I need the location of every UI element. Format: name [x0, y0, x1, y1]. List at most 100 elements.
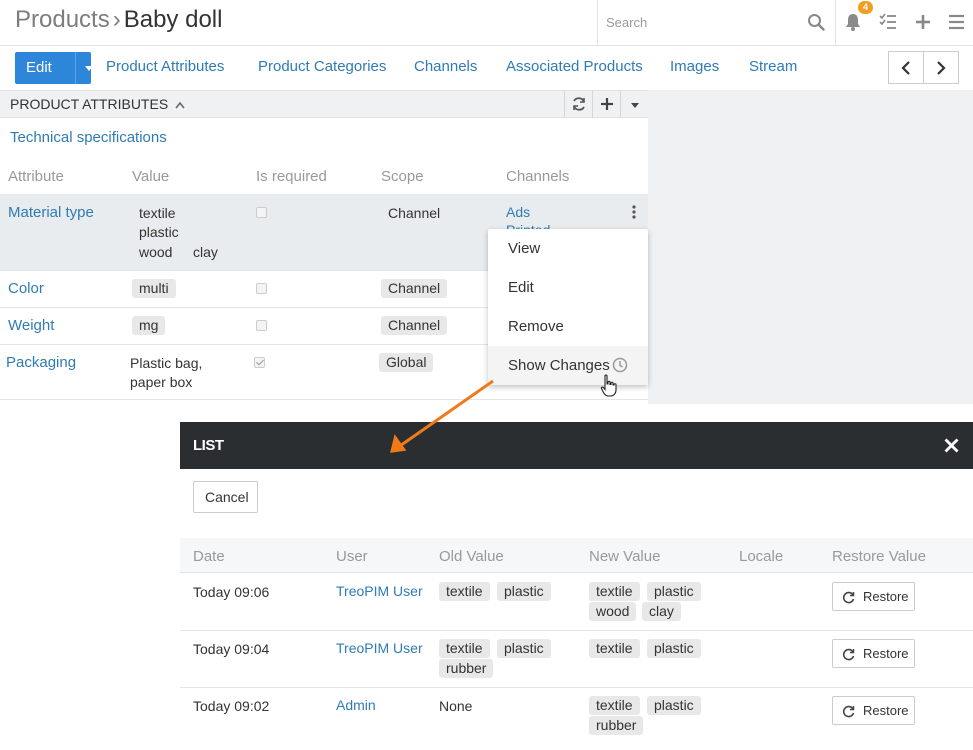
column-header-channels: Channels	[506, 168, 570, 185]
tab-associated-products[interactable]: Associated Products	[506, 58, 643, 75]
column-header-attribute: Attribute	[8, 168, 64, 185]
restore-icon	[842, 591, 855, 604]
row-actions-menu: View Edit Remove Show Changes	[488, 229, 648, 385]
edit-button-label: Edit	[26, 59, 52, 76]
restore-button-label: Restore	[863, 589, 909, 604]
attribute-link-material-type[interactable]: Material type	[8, 204, 94, 221]
new-value-tag: rubber	[589, 716, 644, 735]
column-header-is-required: Is required	[256, 168, 327, 185]
panel-title[interactable]: PRODUCT ATTRIBUTES	[10, 96, 185, 112]
value-text: plastic	[139, 224, 179, 240]
attribute-link-packaging[interactable]: Packaging	[6, 354, 76, 371]
value-text: textile	[139, 205, 176, 221]
menu-item-show-changes[interactable]: Show Changes	[488, 346, 648, 385]
new-value-tag: textile	[589, 582, 640, 601]
row-divider	[0, 344, 488, 345]
plus-icon	[601, 98, 613, 110]
menu-item-label: View	[508, 240, 541, 257]
close-icon[interactable]	[944, 438, 959, 453]
old-value-tag: plastic	[497, 582, 551, 601]
scope-text: Channel	[388, 205, 441, 221]
modal-header: LIST	[180, 422, 973, 469]
tab-product-attributes[interactable]: Product Attributes	[106, 58, 224, 75]
new-value-tag: plastic	[647, 639, 701, 658]
column-header-locale: Locale	[739, 548, 784, 565]
restore-icon	[842, 705, 855, 718]
caret-down-icon	[631, 103, 639, 108]
restore-button[interactable]: Restore	[832, 639, 915, 668]
scope-tag: Channel	[381, 279, 448, 298]
panel-actions-dropdown[interactable]	[620, 91, 648, 118]
page-title: Baby doll	[123, 6, 223, 33]
chevron-right-icon	[937, 61, 946, 75]
new-value-tag: textile	[589, 696, 640, 715]
restore-button[interactable]: Restore	[832, 582, 915, 611]
change-date: Today 09:06	[193, 584, 270, 600]
column-header-old-value: Old Value	[439, 548, 504, 565]
attribute-link-weight[interactable]: Weight	[8, 317, 54, 334]
breadcrumb-separator: ›	[112, 6, 121, 33]
change-date: Today 09:04	[193, 641, 270, 657]
top-header: Products›Baby doll 4	[0, 0, 973, 46]
search-input[interactable]	[606, 12, 796, 32]
breadcrumb-products-link[interactable]: Products	[15, 6, 110, 33]
column-header-value: Value	[132, 168, 170, 185]
row-actions-kebab-icon[interactable]	[631, 205, 637, 219]
previous-record-button[interactable]	[888, 51, 924, 84]
hand-pointer-cursor-icon	[600, 374, 617, 397]
scope-tag: Global	[379, 353, 434, 372]
global-search	[597, 0, 836, 45]
new-value-tag: textile	[589, 639, 640, 658]
column-header-new-value: New Value	[589, 548, 661, 565]
modal-title: LIST	[193, 437, 224, 454]
menu-item-view[interactable]: View	[488, 229, 648, 268]
hamburger-menu-icon[interactable]	[946, 12, 966, 32]
caret-down-icon[interactable]	[85, 66, 93, 71]
menu-item-label: Edit	[508, 279, 534, 296]
menu-item-edit[interactable]: Edit	[488, 268, 648, 307]
plus-icon[interactable]	[913, 12, 933, 32]
tab-stream[interactable]: Stream	[749, 58, 797, 75]
old-value-tag: textile	[439, 582, 490, 601]
next-record-button[interactable]	[923, 51, 959, 84]
restore-button-label: Restore	[863, 703, 909, 718]
column-header-date: Date	[193, 548, 225, 565]
is-required-checkbox	[256, 320, 267, 331]
section-technical-specifications: Technical specifications	[10, 129, 167, 146]
channel-link-printed[interactable]: Printed	[506, 222, 550, 229]
column-header-scope: Scope	[381, 168, 424, 185]
tab-product-categories[interactable]: Product Categories	[258, 58, 386, 75]
new-value-tag: wood	[589, 602, 637, 621]
column-header-user: User	[336, 548, 368, 565]
old-value-tag: rubber	[439, 659, 494, 678]
chevron-left-icon	[901, 61, 910, 75]
row-divider	[180, 630, 973, 631]
change-user-link[interactable]: TreoPIM User	[336, 583, 423, 599]
menu-item-label: Show Changes	[508, 357, 610, 374]
channel-link-ads[interactable]: Ads	[506, 204, 530, 220]
edit-button[interactable]: Edit	[15, 52, 93, 84]
search-icon[interactable]	[807, 13, 825, 31]
is-required-checkbox-checked	[254, 357, 265, 368]
new-value-tag: plastic	[647, 696, 701, 715]
menu-item-remove[interactable]: Remove	[488, 307, 648, 346]
value-tag: mg	[132, 316, 166, 335]
row-divider	[180, 687, 973, 688]
value-tag: multi	[132, 279, 176, 298]
menu-item-label: Remove	[508, 318, 564, 335]
bell-icon[interactable]	[843, 12, 863, 32]
tab-channels[interactable]: Channels	[414, 58, 477, 75]
attribute-link-color[interactable]: Color	[8, 280, 44, 297]
chevron-up-icon	[175, 101, 185, 109]
add-attribute-button[interactable]	[592, 91, 620, 118]
cancel-button[interactable]: Cancel	[193, 481, 258, 513]
cancel-button-label: Cancel	[205, 489, 249, 505]
tab-images[interactable]: Images	[670, 58, 719, 75]
tasks-list-icon[interactable]	[878, 12, 898, 32]
restore-button[interactable]: Restore	[832, 696, 915, 725]
change-date: Today 09:02	[193, 698, 270, 714]
change-user-link[interactable]: TreoPIM User	[336, 640, 423, 656]
value-text: Plastic bag,	[130, 355, 203, 371]
change-user-link[interactable]: Admin	[336, 697, 376, 713]
refresh-button[interactable]	[564, 91, 592, 118]
